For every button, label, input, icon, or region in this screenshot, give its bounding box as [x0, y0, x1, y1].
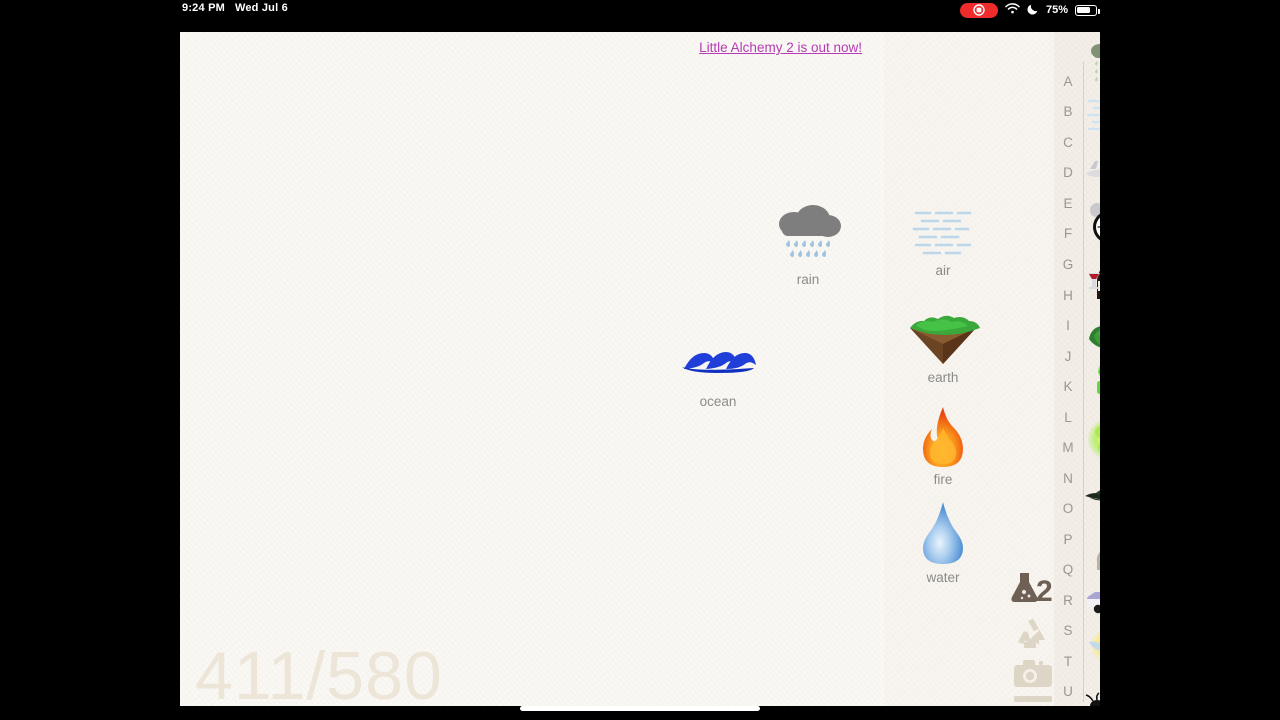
alligator-icon: [1084, 468, 1100, 518]
status-bar-right: 75%: [959, 0, 1100, 20]
rain-cloud-icon: [762, 200, 854, 266]
list-item[interactable]: ambulance: [1084, 574, 1100, 628]
alpha-letter-s[interactable]: S: [1054, 623, 1082, 638]
air-icon: [1084, 91, 1100, 141]
home-indicator[interactable]: [520, 706, 760, 711]
list-item[interactable]: alien: [1084, 358, 1100, 412]
status-bar-time: 9:24 PM: [182, 2, 225, 14]
camera-icon[interactable]: [1014, 660, 1052, 693]
list-item[interactable]: algae: [1084, 304, 1100, 358]
fire-icon: [884, 406, 1002, 468]
promo-link[interactable]: Little Alchemy 2 is out now!: [699, 40, 862, 55]
encyclopedia-panel: A B C D E F G H I J K L M N O P Q R S T: [1054, 32, 1100, 706]
menu-hamburger-icon[interactable]: [1014, 696, 1052, 706]
game-board[interactable]: Little Alchemy 2 is out now! 411/580 rai…: [180, 32, 884, 706]
list-item[interactable]: alligator: [1084, 466, 1100, 520]
alpha-letter-u[interactable]: U: [1054, 684, 1082, 699]
palette-item-earth[interactable]: earth: [884, 304, 1002, 385]
svg-text:2: 2: [1036, 575, 1053, 608]
airplane-icon: [1084, 145, 1100, 195]
alpha-letter-l[interactable]: L: [1054, 410, 1082, 425]
element-palette: air earth fire water 2: [884, 32, 1054, 706]
reset-recycle-icon[interactable]: [1016, 618, 1050, 655]
alpha-letter-c[interactable]: C: [1054, 135, 1082, 150]
list-item[interactable]: allergy: [1084, 412, 1100, 466]
alpha-letter-r[interactable]: R: [1054, 593, 1082, 608]
encyclopedia-list[interactable]: acid rain: [1084, 32, 1100, 706]
list-item[interactable]: ant: [1084, 681, 1100, 706]
list-item[interactable]: angel: [1084, 627, 1100, 681]
list-item[interactable]: alarm clock: [1084, 196, 1100, 250]
wifi-icon: [1005, 3, 1020, 17]
status-bar-date: Wed Jul 6: [234, 2, 288, 14]
algae-icon: [1084, 306, 1100, 356]
little-alchemy-app: Little Alchemy 2 is out now! 411/580 rai…: [180, 32, 1100, 706]
ambulance-icon: [1084, 576, 1100, 626]
alarm-clock-icon: [1084, 198, 1100, 248]
palette-item-label: earth: [927, 370, 959, 385]
alpha-letter-n[interactable]: N: [1054, 471, 1082, 486]
battery-icon: [1075, 4, 1100, 16]
alpha-letter-m[interactable]: M: [1054, 440, 1082, 455]
alpha-letter-j[interactable]: J: [1054, 349, 1082, 364]
battery-percent: 75%: [1045, 4, 1068, 16]
allergy-icon: [1084, 414, 1100, 464]
status-bar-left: 9:24 PM Wed Jul 6: [182, 2, 288, 14]
alpha-letter-g[interactable]: G: [1054, 257, 1082, 272]
alien-icon: [1084, 360, 1100, 410]
alcohol-icon: [1084, 252, 1100, 302]
palette-item-air[interactable]: air: [884, 197, 1002, 278]
palette-item-label: water: [926, 570, 960, 585]
progress-counter: 411/580: [195, 638, 443, 706]
alpha-letter-o[interactable]: O: [1054, 501, 1082, 516]
alpha-letter-i[interactable]: I: [1054, 318, 1082, 333]
palette-item-label: fire: [933, 472, 953, 487]
alpha-letter-h[interactable]: H: [1054, 288, 1082, 303]
alpha-letter-k[interactable]: K: [1054, 379, 1082, 394]
alphabet-index[interactable]: A B C D E F G H I J K L M N O P Q R S T: [1054, 32, 1082, 706]
screen-record-icon[interactable]: [959, 2, 998, 18]
palette-item-label: air: [935, 263, 951, 278]
moon-icon: [1027, 3, 1039, 18]
list-item[interactable]: alcohol: [1084, 250, 1100, 304]
ant-icon: [1084, 683, 1100, 706]
board-item-label: rain: [796, 272, 820, 287]
water-drop-icon: [884, 502, 1002, 566]
little-alchemy-2-logo-icon[interactable]: 2: [1011, 570, 1054, 613]
alpaca-icon: [1084, 522, 1100, 572]
palette-item-water[interactable]: water: [884, 502, 1002, 585]
air-icon: [884, 197, 1002, 259]
palette-item-fire[interactable]: fire: [884, 406, 1002, 487]
alpha-letter-f[interactable]: F: [1054, 226, 1082, 241]
angel-icon: [1084, 629, 1100, 679]
earth-icon: [884, 304, 1002, 366]
alpha-letter-p[interactable]: P: [1054, 532, 1082, 547]
list-item[interactable]: acid rain: [1084, 35, 1100, 89]
acid-rain-icon: [1084, 37, 1100, 87]
alpha-letter-a[interactable]: A: [1054, 74, 1082, 89]
alpha-letter-e[interactable]: E: [1054, 196, 1082, 211]
board-item-label: ocean: [699, 394, 737, 409]
board-item-ocean[interactable]: ocean: [672, 322, 764, 409]
ocean-waves-icon: [672, 322, 764, 388]
alpha-letter-d[interactable]: D: [1054, 165, 1082, 180]
alpha-letter-b[interactable]: B: [1054, 104, 1082, 119]
board-item-rain[interactable]: rain: [762, 200, 854, 287]
alpha-letter-q[interactable]: Q: [1054, 562, 1082, 577]
alpha-letter-t[interactable]: T: [1054, 654, 1082, 669]
list-item[interactable]: air: [1084, 89, 1100, 143]
list-item[interactable]: alpaca: [1084, 520, 1100, 574]
device-screen: 9:24 PM Wed Jul 6 75% Little Alchemy 2 i…: [0, 0, 1280, 720]
ios-status-bar: 9:24 PM Wed Jul 6 75%: [0, 0, 1280, 20]
list-item[interactable]: airplane: [1084, 143, 1100, 197]
